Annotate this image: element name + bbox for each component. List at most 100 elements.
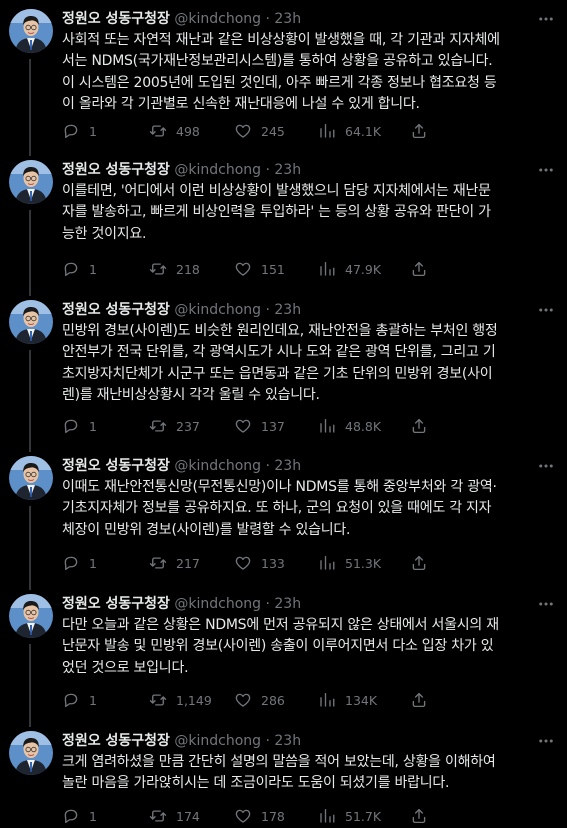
avatar[interactable] [9, 300, 53, 344]
thread-connector-line [29, 350, 31, 452]
avatar[interactable] [9, 9, 53, 53]
retweet-button[interactable]: 1,149 [149, 690, 212, 710]
like-icon [235, 262, 251, 276]
like-button[interactable]: 286 [234, 690, 285, 710]
reply-icon [64, 556, 78, 571]
tweet-actions: 1 498 245 64.1K [62, 121, 552, 141]
tweet-header: 정원오 성동구청장 @kindchong · 23h [62, 300, 301, 320]
like-button[interactable]: 137 [234, 416, 285, 436]
retweet-button[interactable]: 218 [149, 259, 200, 279]
reply-button[interactable]: 1 [62, 416, 97, 436]
reply-icon [64, 693, 78, 708]
tweet-time[interactable]: 23h [274, 302, 301, 318]
reply-button[interactable]: 1 [62, 806, 97, 826]
avatar[interactable] [9, 456, 53, 500]
like-button[interactable]: 133 [234, 553, 285, 573]
tweet-actions: 1 1,149 286 134K [62, 690, 552, 710]
more-icon[interactable] [537, 456, 555, 476]
like-button[interactable]: 245 [234, 121, 285, 141]
share-button[interactable] [410, 806, 428, 826]
share-button[interactable] [410, 259, 428, 279]
like-icon [235, 419, 251, 433]
retweet-count: 217 [176, 555, 200, 571]
reply-icon [64, 809, 78, 824]
author-name[interactable]: 정원오 성동구청장 [62, 733, 170, 749]
tweet-time[interactable]: 23h [274, 162, 301, 178]
tweet-actions: 1 218 151 47.9K [62, 259, 552, 279]
like-count: 178 [261, 808, 285, 824]
more-icon[interactable] [537, 594, 555, 614]
retweet-icon [149, 694, 167, 706]
reply-button[interactable]: 1 [62, 259, 97, 279]
like-count: 133 [261, 555, 285, 571]
like-button[interactable]: 178 [234, 806, 285, 826]
share-button[interactable] [410, 121, 428, 141]
views-button[interactable]: 64.1K [318, 121, 381, 141]
more-icon[interactable] [537, 160, 555, 180]
views-button[interactable]: 47.9K [318, 259, 381, 279]
avatar[interactable] [9, 731, 53, 775]
views-button[interactable]: 51.3K [318, 553, 381, 573]
tweet-time[interactable]: 23h [274, 11, 301, 27]
reply-button[interactable]: 1 [62, 121, 97, 141]
reply-icon [64, 262, 78, 277]
author-name[interactable]: 정원오 성동구청장 [62, 162, 170, 178]
reply-count: 1 [89, 692, 97, 708]
retweet-button[interactable]: 174 [149, 806, 200, 826]
share-icon [412, 555, 426, 571]
thread-connector-line [29, 644, 31, 727]
views-button[interactable]: 134K [318, 690, 377, 710]
like-button[interactable]: 151 [234, 259, 285, 279]
reply-count: 1 [89, 418, 97, 434]
retweet-count: 174 [176, 808, 200, 824]
author-handle[interactable]: @kindchong [174, 302, 261, 318]
author-name[interactable]: 정원오 성동구청장 [62, 596, 170, 612]
tweet-text: 사회적 또는 자연적 재난과 같은 비상상황이 발생했을 때, 각 기관과 지자… [62, 32, 500, 112]
tweet-text: 이를테면, '어디에서 이런 비상상황이 발생했으니 담당 지자체에서는 재난문… [62, 183, 491, 242]
avatar[interactable] [9, 160, 53, 204]
share-icon [412, 123, 426, 139]
share-button[interactable] [410, 690, 428, 710]
retweet-button[interactable]: 498 [149, 121, 200, 141]
author-handle[interactable]: @kindchong [174, 162, 261, 178]
reply-button[interactable]: 1 [62, 690, 97, 710]
share-button[interactable] [410, 416, 428, 436]
more-icon[interactable] [537, 731, 555, 751]
retweet-icon [149, 263, 167, 275]
separator-dot: · [265, 162, 270, 178]
retweet-icon [149, 420, 167, 432]
more-icon[interactable] [537, 9, 555, 29]
reply-count: 1 [89, 808, 97, 824]
author-handle[interactable]: @kindchong [174, 733, 261, 749]
tweet-actions: 1 174 178 51.7K [62, 806, 552, 826]
reply-icon [64, 419, 78, 434]
retweet-button[interactable]: 217 [149, 553, 200, 573]
reply-count: 1 [89, 123, 97, 139]
tweet-time[interactable]: 23h [274, 596, 301, 612]
tweet-time[interactable]: 23h [274, 733, 301, 749]
share-button[interactable] [410, 553, 428, 573]
retweet-button[interactable]: 237 [149, 416, 200, 436]
view-count: 47.9K [345, 261, 382, 277]
author-name[interactable]: 정원오 성동구청장 [62, 302, 170, 318]
tweet-text: 이때도 재난안전통신망(무전통신망)이나 NDMS를 통해 중앙부처와 각 광역… [62, 479, 497, 538]
like-count: 245 [261, 123, 285, 139]
retweet-count: 498 [176, 123, 200, 139]
tweet-text: 다만 오늘과 같은 상황은 NDMS에 먼저 공유되지 않은 상태에서 서울시의… [62, 617, 499, 676]
author-handle[interactable]: @kindchong [174, 596, 261, 612]
views-button[interactable]: 51.7K [318, 806, 381, 826]
views-button[interactable]: 48.8K [318, 416, 381, 436]
views-icon [320, 808, 335, 823]
tweet-text: 민방위 경보(사이렌)도 비슷한 원리인데요, 재난안전을 총괄하는 부처인 행… [62, 323, 498, 403]
author-handle[interactable]: @kindchong [174, 11, 261, 27]
avatar[interactable] [9, 594, 53, 638]
more-icon[interactable] [537, 300, 555, 320]
reply-button[interactable]: 1 [62, 553, 97, 573]
author-handle[interactable]: @kindchong [174, 458, 261, 474]
author-name[interactable]: 정원오 성동구청장 [62, 11, 170, 27]
author-name[interactable]: 정원오 성동구청장 [62, 458, 170, 474]
like-icon [235, 809, 251, 823]
tweet-time[interactable]: 23h [274, 458, 301, 474]
thread-connector-line [29, 506, 31, 590]
like-count: 286 [261, 692, 285, 708]
